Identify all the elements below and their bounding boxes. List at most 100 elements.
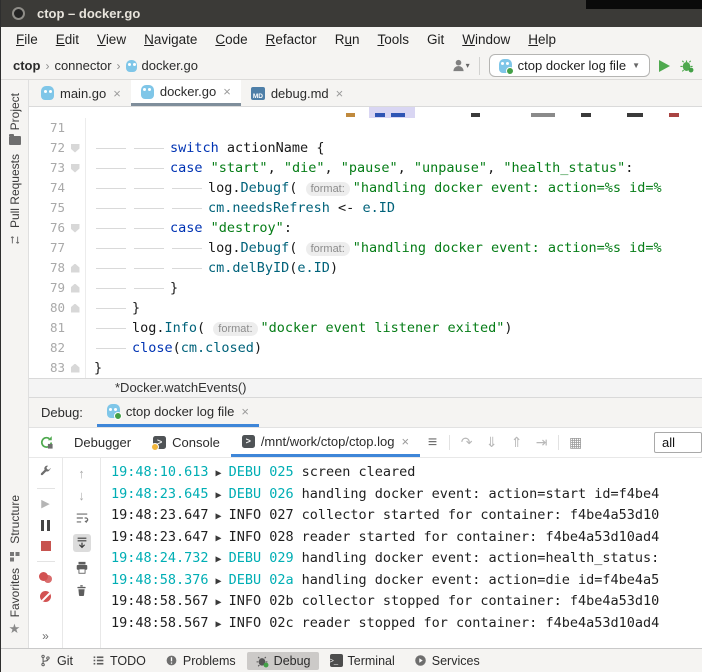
code-text: log.Debugf( format:"handling docker even… bbox=[85, 238, 702, 258]
status-bar-item-git[interactable]: Git bbox=[31, 652, 81, 670]
step-out-icon[interactable]: ⇑ bbox=[504, 428, 529, 457]
settings-wrench-icon[interactable] bbox=[39, 465, 52, 478]
run-configuration-combo[interactable]: ctop docker log file ▼ bbox=[489, 54, 650, 77]
code-editor[interactable]: 7172switch actionName {73case "start", "… bbox=[29, 107, 702, 378]
code-line[interactable]: 82close(cm.closed) bbox=[29, 338, 702, 358]
console-tab-debugger[interactable]: Debugger bbox=[63, 428, 142, 457]
console-filter-combo[interactable]: all bbox=[654, 432, 702, 453]
tool-window-button-pull-requests[interactable]: Pull Requests bbox=[1, 154, 28, 246]
menu-item-file[interactable]: File bbox=[7, 30, 47, 49]
code-line[interactable]: 80} bbox=[29, 298, 702, 318]
tool-window-button-structure[interactable]: Structure bbox=[1, 495, 28, 559]
user-icon[interactable]: ▾ bbox=[451, 58, 470, 73]
scroll-to-end-icon[interactable] bbox=[73, 534, 91, 552]
menu-item-git[interactable]: Git bbox=[418, 30, 453, 49]
print-icon[interactable] bbox=[75, 561, 89, 575]
fold-marker-icon[interactable] bbox=[65, 158, 85, 178]
menu-item-refactor[interactable]: Refactor bbox=[257, 30, 326, 49]
breadcrumb-file[interactable]: docker.go bbox=[142, 58, 198, 73]
menu-item-view[interactable]: View bbox=[88, 30, 135, 49]
breadcrumb-project[interactable]: ctop bbox=[13, 58, 40, 73]
tool-window-button-favorites[interactable]: Favorites★ bbox=[1, 568, 28, 635]
menu-item-run[interactable]: Run bbox=[326, 30, 369, 49]
code-line[interactable]: 83} bbox=[29, 358, 702, 378]
fold-marker-icon[interactable] bbox=[65, 278, 85, 298]
separator bbox=[37, 561, 55, 562]
status-bar-item-todo[interactable]: TODO bbox=[84, 652, 154, 670]
hamburger-menu-icon[interactable]: ≡ bbox=[420, 428, 445, 457]
editor-tab-debug-md[interactable]: debug.md× bbox=[241, 80, 353, 106]
debug-session-tab[interactable]: ctop docker log file × bbox=[97, 398, 259, 427]
step-into-icon[interactable]: ⇓ bbox=[479, 428, 504, 457]
debug-bug-icon[interactable] bbox=[679, 58, 694, 73]
status-item-label: Terminal bbox=[348, 654, 395, 668]
window-menu-icon[interactable] bbox=[12, 7, 25, 20]
stop-icon[interactable] bbox=[41, 541, 51, 551]
code-token: "docker event listener exited" bbox=[261, 320, 505, 336]
up-stack-icon[interactable]: ↑ bbox=[78, 467, 85, 480]
console-tab-mnt-work-ctop-ctop-log[interactable]: >/mnt/work/ctop/ctop.log× bbox=[231, 428, 420, 457]
editor-tab-main-go[interactable]: main.go × bbox=[31, 80, 131, 106]
log-level: DEBU 025 bbox=[229, 464, 294, 480]
view-breakpoints-icon[interactable] bbox=[39, 572, 48, 581]
step-over-icon[interactable]: ↷ bbox=[454, 428, 479, 457]
status-item-label: Services bbox=[432, 654, 480, 668]
code-token: <- bbox=[330, 200, 363, 216]
code-line[interactable]: 73case "start", "die", "pause", "unpause… bbox=[29, 158, 702, 178]
tab-whitespace bbox=[132, 238, 170, 258]
close-icon[interactable]: × bbox=[223, 84, 231, 99]
mute-breakpoints-icon[interactable] bbox=[40, 591, 51, 602]
code-line[interactable]: 76case "destroy": bbox=[29, 218, 702, 238]
editor-tab-docker-go[interactable]: docker.go× bbox=[131, 80, 241, 106]
code-line[interactable]: 81log.Info( format:"docker event listene… bbox=[29, 318, 702, 338]
run-to-cursor-icon[interactable]: ⇥ bbox=[529, 428, 554, 457]
clear-trash-icon[interactable] bbox=[75, 584, 88, 597]
resume-program-icon[interactable]: ▶ bbox=[41, 499, 49, 510]
status-bar-item-services[interactable]: Services bbox=[406, 652, 488, 670]
down-stack-icon[interactable]: ↓ bbox=[78, 489, 85, 502]
close-icon[interactable]: × bbox=[336, 86, 344, 101]
line-number: 83 bbox=[29, 358, 65, 378]
code-line[interactable]: 72switch actionName { bbox=[29, 138, 702, 158]
debug-bug-icon bbox=[255, 654, 269, 668]
restore-layout-icon[interactable]: ▦ bbox=[563, 428, 588, 457]
fold-marker-icon[interactable] bbox=[65, 298, 85, 318]
breadcrumb-package[interactable]: connector bbox=[54, 58, 111, 73]
tab-label: main.go bbox=[60, 86, 106, 101]
pause-program-icon[interactable] bbox=[41, 520, 50, 531]
close-icon[interactable]: × bbox=[241, 404, 249, 419]
close-icon[interactable]: × bbox=[113, 86, 121, 101]
more-actions-icon[interactable]: » bbox=[42, 629, 49, 643]
fold-marker-icon[interactable] bbox=[65, 138, 85, 158]
status-bar-item-debug[interactable]: Debug bbox=[247, 652, 319, 670]
console-tab-console[interactable]: >Console bbox=[142, 428, 231, 457]
close-icon[interactable]: × bbox=[401, 434, 409, 449]
code-line[interactable]: 71 bbox=[29, 118, 702, 138]
run-play-icon[interactable] bbox=[659, 60, 670, 72]
menu-item-tools[interactable]: Tools bbox=[368, 30, 418, 49]
tool-window-button-project[interactable]: Project bbox=[1, 93, 28, 145]
code-line[interactable]: 77log.Debugf( format:"handling docker ev… bbox=[29, 238, 702, 258]
parameter-hint: format: bbox=[306, 182, 350, 196]
soft-wrap-icon[interactable] bbox=[75, 511, 89, 525]
menu-item-help[interactable]: Help bbox=[519, 30, 565, 49]
menu-item-code[interactable]: Code bbox=[206, 30, 256, 49]
fold-marker-icon[interactable] bbox=[65, 258, 85, 278]
rerun-icon[interactable] bbox=[29, 428, 63, 457]
line-number: 73 bbox=[29, 158, 65, 178]
status-bar-item-problems[interactable]: Problems bbox=[157, 652, 244, 670]
status-bar-item-terminal[interactable]: Terminal bbox=[322, 652, 403, 670]
menu-item-navigate[interactable]: Navigate bbox=[135, 30, 206, 49]
code-line[interactable]: 79} bbox=[29, 278, 702, 298]
fold-marker-icon[interactable] bbox=[65, 218, 85, 238]
code-line[interactable]: 78cm.delByID(e.ID) bbox=[29, 258, 702, 278]
code-token: "die" bbox=[284, 160, 325, 176]
main-toolbar: ctop › connector › docker.go ▾ ctop dock… bbox=[1, 52, 702, 80]
menu-item-edit[interactable]: Edit bbox=[47, 30, 88, 49]
tab-whitespace bbox=[94, 218, 132, 238]
code-line[interactable]: 75cm.needsRefresh <- e.ID bbox=[29, 198, 702, 218]
code-token: } bbox=[132, 300, 140, 316]
code-line[interactable]: 74log.Debugf( format:"handling docker ev… bbox=[29, 178, 702, 198]
menu-item-window[interactable]: Window bbox=[453, 30, 519, 49]
fold-marker-icon[interactable] bbox=[65, 358, 85, 378]
